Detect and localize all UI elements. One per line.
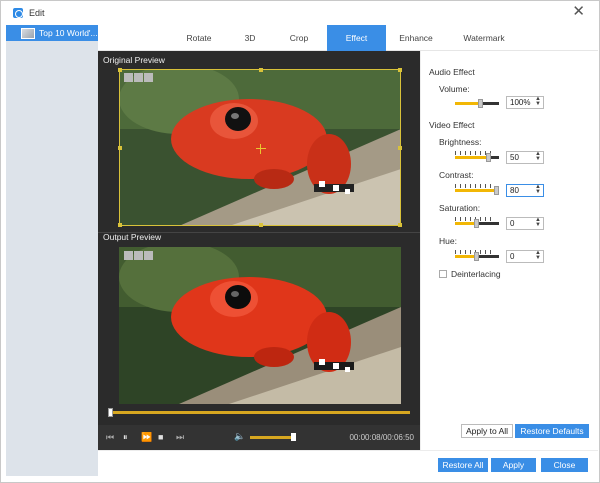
dialog-footer: Restore All Apply Close	[98, 450, 598, 482]
preview-panel: Original Preview Output Preview ⏮ ⏸ ⏩ ■ …	[98, 51, 420, 450]
brightness-label: Brightness:	[439, 137, 482, 147]
output-preview-video	[119, 247, 401, 404]
video-thumbnail	[21, 27, 35, 39]
frog-video-frame	[119, 247, 401, 404]
crop-handle[interactable]	[259, 68, 263, 72]
spin-arrows-icon[interactable]: ▲ ▼	[535, 250, 541, 261]
slider-knob[interactable]	[474, 219, 479, 228]
crop-handle[interactable]	[398, 223, 402, 227]
crop-handle[interactable]	[259, 223, 263, 227]
tab-enhance[interactable]: Enhance	[386, 25, 446, 51]
deinterlacing-label: Deinterlacing	[451, 269, 501, 279]
timeline-knob[interactable]	[108, 408, 113, 417]
hue-label: Hue:	[439, 236, 457, 246]
volume-spinbox[interactable]: 100% ▲ ▼	[506, 96, 544, 109]
audio-volume-slider[interactable]	[455, 97, 499, 108]
contrast-label: Contrast:	[439, 170, 474, 180]
fast-forward-icon[interactable]: ⏩	[141, 432, 152, 443]
tab-effect[interactable]: Effect	[327, 25, 386, 51]
restore-defaults-button[interactable]: Restore Defaults	[515, 424, 589, 438]
slider-knob[interactable]	[494, 186, 499, 195]
original-preview-label: Original Preview	[103, 55, 165, 65]
crop-handle[interactable]	[118, 68, 122, 72]
window-title: Edit	[29, 8, 45, 18]
tab-rotate[interactable]: Rotate	[168, 25, 230, 51]
pause-icon[interactable]: ⏸	[123, 432, 128, 443]
close-window-icon[interactable]: ✕	[572, 4, 585, 20]
close-button[interactable]: Close	[541, 458, 588, 472]
spin-arrows-icon[interactable]: ▲ ▼	[535, 184, 541, 195]
deinterlacing-checkbox[interactable]	[439, 270, 447, 278]
edit-window: Edit ✕ Top 10 World'... Rotate 3D Crop E…	[0, 0, 600, 483]
volume-knob[interactable]	[291, 433, 296, 441]
app-logo-icon	[13, 8, 23, 18]
speaker-icon[interactable]: 🔈	[234, 431, 245, 442]
skip-forward-icon[interactable]: ⏭	[176, 432, 184, 443]
audio-effect-heading: Audio Effect	[429, 67, 475, 77]
file-list-item[interactable]: Top 10 World'...	[6, 25, 98, 41]
tab-3d[interactable]: 3D	[230, 25, 270, 51]
crosshair-icon	[260, 144, 261, 154]
effect-settings-panel: Audio Effect Volume: 100% ▲ ▼ Video Effec…	[420, 51, 598, 450]
volume-label: Volume:	[439, 84, 470, 94]
tab-crop[interactable]: Crop	[270, 25, 328, 51]
saturation-label: Saturation:	[439, 203, 481, 213]
slider-knob[interactable]	[478, 99, 483, 108]
file-list-sidebar: Top 10 World'...	[6, 25, 98, 476]
edit-tabs: Rotate 3D Crop Effect Enhance Watermark	[98, 25, 598, 51]
spin-arrows-icon[interactable]: ▲ ▼	[535, 217, 541, 228]
timecode: 00:00:08/00:06:50	[349, 433, 414, 442]
spin-arrows-icon[interactable]: ▲ ▼	[535, 96, 541, 107]
crop-handle[interactable]	[398, 146, 402, 150]
player-controls: ⏮ ⏸ ⏩ ■ ⏭ 🔈 00:00:08/00:06:50	[98, 425, 420, 450]
tab-watermark[interactable]: Watermark	[446, 25, 522, 51]
video-effect-heading: Video Effect	[429, 120, 475, 130]
slider-knob[interactable]	[474, 252, 479, 261]
playback-timeline[interactable]	[108, 408, 410, 417]
spin-arrows-icon[interactable]: ▲ ▼	[535, 151, 541, 162]
crosshair-icon	[256, 148, 266, 149]
title-bar: Edit ✕	[1, 1, 599, 25]
restore-all-button[interactable]: Restore All	[438, 458, 488, 472]
brightness-spinbox[interactable]: 50 ▲ ▼	[506, 151, 544, 164]
hue-slider[interactable]	[455, 250, 499, 261]
crop-handle[interactable]	[118, 146, 122, 150]
apply-button[interactable]: Apply	[491, 458, 536, 472]
slider-knob[interactable]	[486, 153, 491, 162]
output-preview-label: Output Preview	[103, 232, 162, 242]
saturation-slider[interactable]	[455, 217, 499, 228]
crop-handle[interactable]	[118, 223, 122, 227]
volume-slider[interactable]	[250, 436, 296, 439]
stop-icon[interactable]: ■	[158, 432, 163, 442]
crop-frame[interactable]	[118, 68, 402, 227]
skip-back-icon[interactable]: ⏮	[106, 432, 114, 443]
crop-handle[interactable]	[398, 68, 402, 72]
file-name-label: Top 10 World'...	[39, 28, 98, 38]
brightness-slider[interactable]	[455, 151, 499, 162]
contrast-spinbox[interactable]: 80 ▲ ▼	[506, 184, 544, 197]
contrast-slider[interactable]	[455, 184, 499, 195]
apply-to-all-button[interactable]: Apply to All	[461, 424, 513, 438]
saturation-spinbox[interactable]: 0 ▲ ▼	[506, 217, 544, 230]
hue-spinbox[interactable]: 0 ▲ ▼	[506, 250, 544, 263]
